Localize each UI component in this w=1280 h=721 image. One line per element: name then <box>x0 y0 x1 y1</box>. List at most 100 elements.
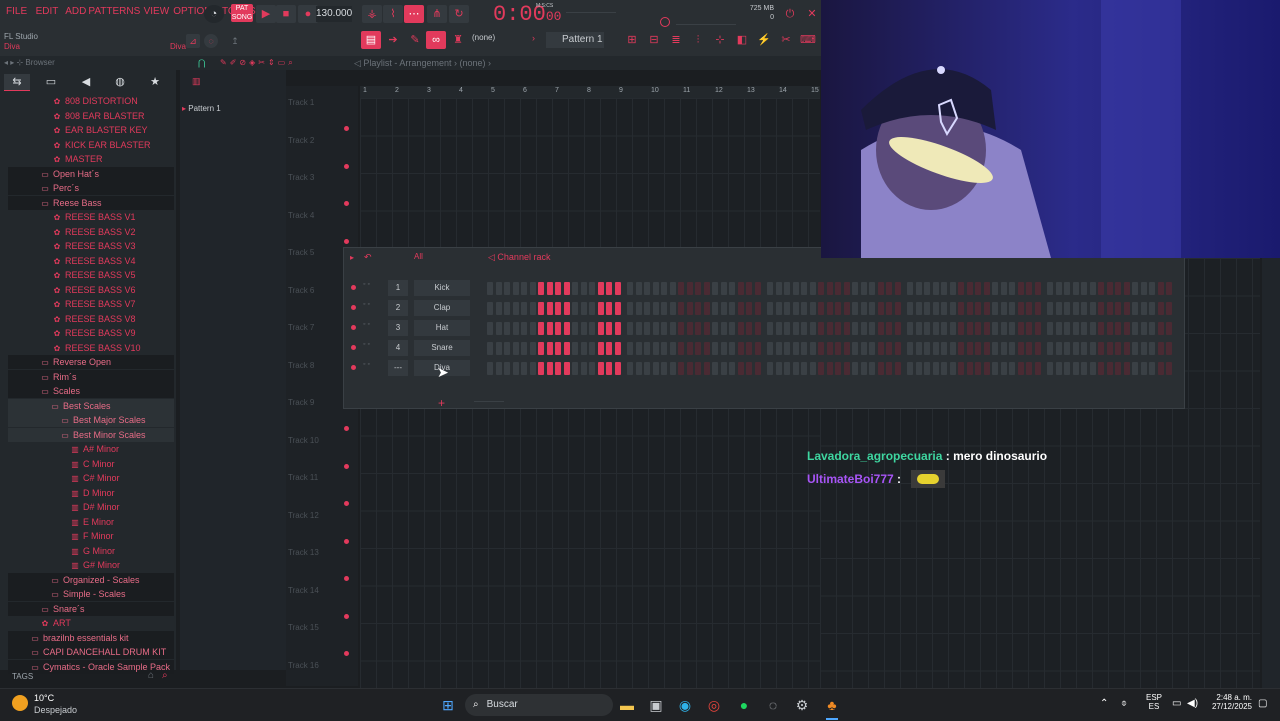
step-button[interactable] <box>635 342 642 355</box>
step-button[interactable] <box>627 342 633 355</box>
step-button[interactable] <box>852 342 858 355</box>
step-button[interactable] <box>949 342 956 355</box>
step-button[interactable] <box>737 342 744 355</box>
browser-item[interactable]: ▭ Best Scales <box>8 398 174 413</box>
step-button[interactable] <box>686 362 693 375</box>
step-button[interactable] <box>992 362 998 375</box>
step-button[interactable] <box>809 362 816 375</box>
step-button[interactable] <box>635 282 642 295</box>
step-button[interactable] <box>784 322 790 335</box>
step-button[interactable] <box>703 342 710 355</box>
step-button[interactable] <box>924 282 930 295</box>
step-button[interactable] <box>1166 302 1172 315</box>
magnet-icon[interactable]: ⋂ <box>198 58 205 69</box>
step-button[interactable] <box>966 322 973 335</box>
step-button[interactable] <box>652 302 659 315</box>
step-button[interactable] <box>907 362 913 375</box>
step-button[interactable] <box>580 362 587 375</box>
step-button[interactable] <box>1055 302 1062 315</box>
browser-item[interactable]: ✿ REESE BASS V7 <box>8 297 174 311</box>
next-icon[interactable]: ➔ <box>383 31 403 49</box>
hint-knob[interactable]: ◌ <box>204 34 218 48</box>
step-button[interactable] <box>1098 342 1104 355</box>
step-button[interactable] <box>924 342 930 355</box>
channel-mute-icon[interactable] <box>351 365 356 370</box>
browser-item[interactable]: ✿ REESE BASS V10 <box>8 341 174 355</box>
step-button[interactable] <box>792 302 799 315</box>
step-button[interactable] <box>1157 302 1164 315</box>
browser-item[interactable]: ✿ REESE BASS V8 <box>8 312 174 326</box>
step-button[interactable] <box>695 282 701 295</box>
step-button[interactable] <box>529 282 536 295</box>
step-button[interactable] <box>644 322 650 335</box>
step-button[interactable] <box>877 282 884 295</box>
play-button[interactable]: ▶ <box>256 5 276 23</box>
step-button[interactable] <box>784 362 790 375</box>
step-button[interactable] <box>661 302 667 315</box>
step-button[interactable] <box>495 362 502 375</box>
step-button[interactable] <box>1115 342 1121 355</box>
step-button[interactable] <box>678 302 684 315</box>
step-button[interactable] <box>801 362 807 375</box>
step-button[interactable] <box>627 282 633 295</box>
step-button[interactable] <box>529 362 536 375</box>
step-button[interactable] <box>1026 282 1032 295</box>
step-button[interactable] <box>1166 282 1172 295</box>
tab-all-icon[interactable]: ⇆ <box>4 74 30 91</box>
draw-icon[interactable]: ✎ <box>405 31 425 49</box>
step-button[interactable] <box>563 282 570 295</box>
channel-name-button[interactable]: Hat <box>414 320 470 336</box>
track-label[interactable]: Track 13 <box>288 548 319 557</box>
step-button[interactable] <box>546 362 553 375</box>
step-button[interactable] <box>958 282 964 295</box>
step-button[interactable] <box>669 322 676 335</box>
language-indicator[interactable]: ESP ES <box>1146 693 1162 711</box>
step-button[interactable] <box>949 282 956 295</box>
countdown-icon[interactable]: ⋯ <box>404 5 424 23</box>
step-button[interactable] <box>737 302 744 315</box>
step-button[interactable] <box>975 362 981 375</box>
step-button[interactable] <box>597 282 604 295</box>
step-button[interactable] <box>1157 322 1164 335</box>
step-button[interactable] <box>661 342 667 355</box>
step-button[interactable] <box>949 302 956 315</box>
step-button[interactable] <box>614 342 621 355</box>
step-button[interactable] <box>512 342 519 355</box>
step-button[interactable] <box>644 282 650 295</box>
step-button[interactable] <box>1089 322 1096 335</box>
step-button[interactable] <box>504 302 510 315</box>
step-button[interactable] <box>1149 362 1155 375</box>
browser-item[interactable]: ✿ EAR BLASTER KEY <box>8 123 174 137</box>
step-button[interactable] <box>869 342 875 355</box>
step-button[interactable] <box>792 282 799 295</box>
channel-pan-knob[interactable]: ◦ ◦ <box>363 301 370 308</box>
close-app-icon[interactable]: ✕ <box>802 5 822 23</box>
step-button[interactable] <box>1140 322 1147 335</box>
step-button[interactable] <box>983 342 990 355</box>
step-button[interactable] <box>860 302 867 315</box>
step-button[interactable] <box>1009 342 1015 355</box>
track-label[interactable]: Track 11 <box>288 473 318 482</box>
step-button[interactable] <box>729 362 735 375</box>
step-button[interactable] <box>1000 342 1007 355</box>
step-button[interactable] <box>487 302 493 315</box>
step-button[interactable] <box>826 322 833 335</box>
step-button[interactable] <box>835 302 841 315</box>
tab-db-icon[interactable]: ◍ <box>107 74 133 90</box>
step-button[interactable] <box>703 322 710 335</box>
step-button[interactable] <box>712 282 718 295</box>
step-button[interactable] <box>894 322 901 335</box>
step-button[interactable] <box>924 362 930 375</box>
step-button[interactable] <box>966 302 973 315</box>
browser-item[interactable]: ▭ CAPI DANCEHALL DRUM KIT <box>8 645 174 659</box>
step-button[interactable] <box>1166 362 1172 375</box>
loop-record-icon[interactable]: ↻ <box>449 5 469 23</box>
step-button[interactable] <box>627 322 633 335</box>
channel-pan-knob[interactable]: ◦ ◦ <box>363 341 370 348</box>
step-button[interactable] <box>1132 362 1138 375</box>
channel-mixer-track[interactable]: 2 <box>388 300 408 316</box>
step-button[interactable] <box>1166 322 1172 335</box>
channel-mixer-track[interactable]: 4 <box>388 340 408 356</box>
step-button[interactable] <box>775 342 782 355</box>
stamp-icon[interactable]: ♜ <box>448 31 468 49</box>
